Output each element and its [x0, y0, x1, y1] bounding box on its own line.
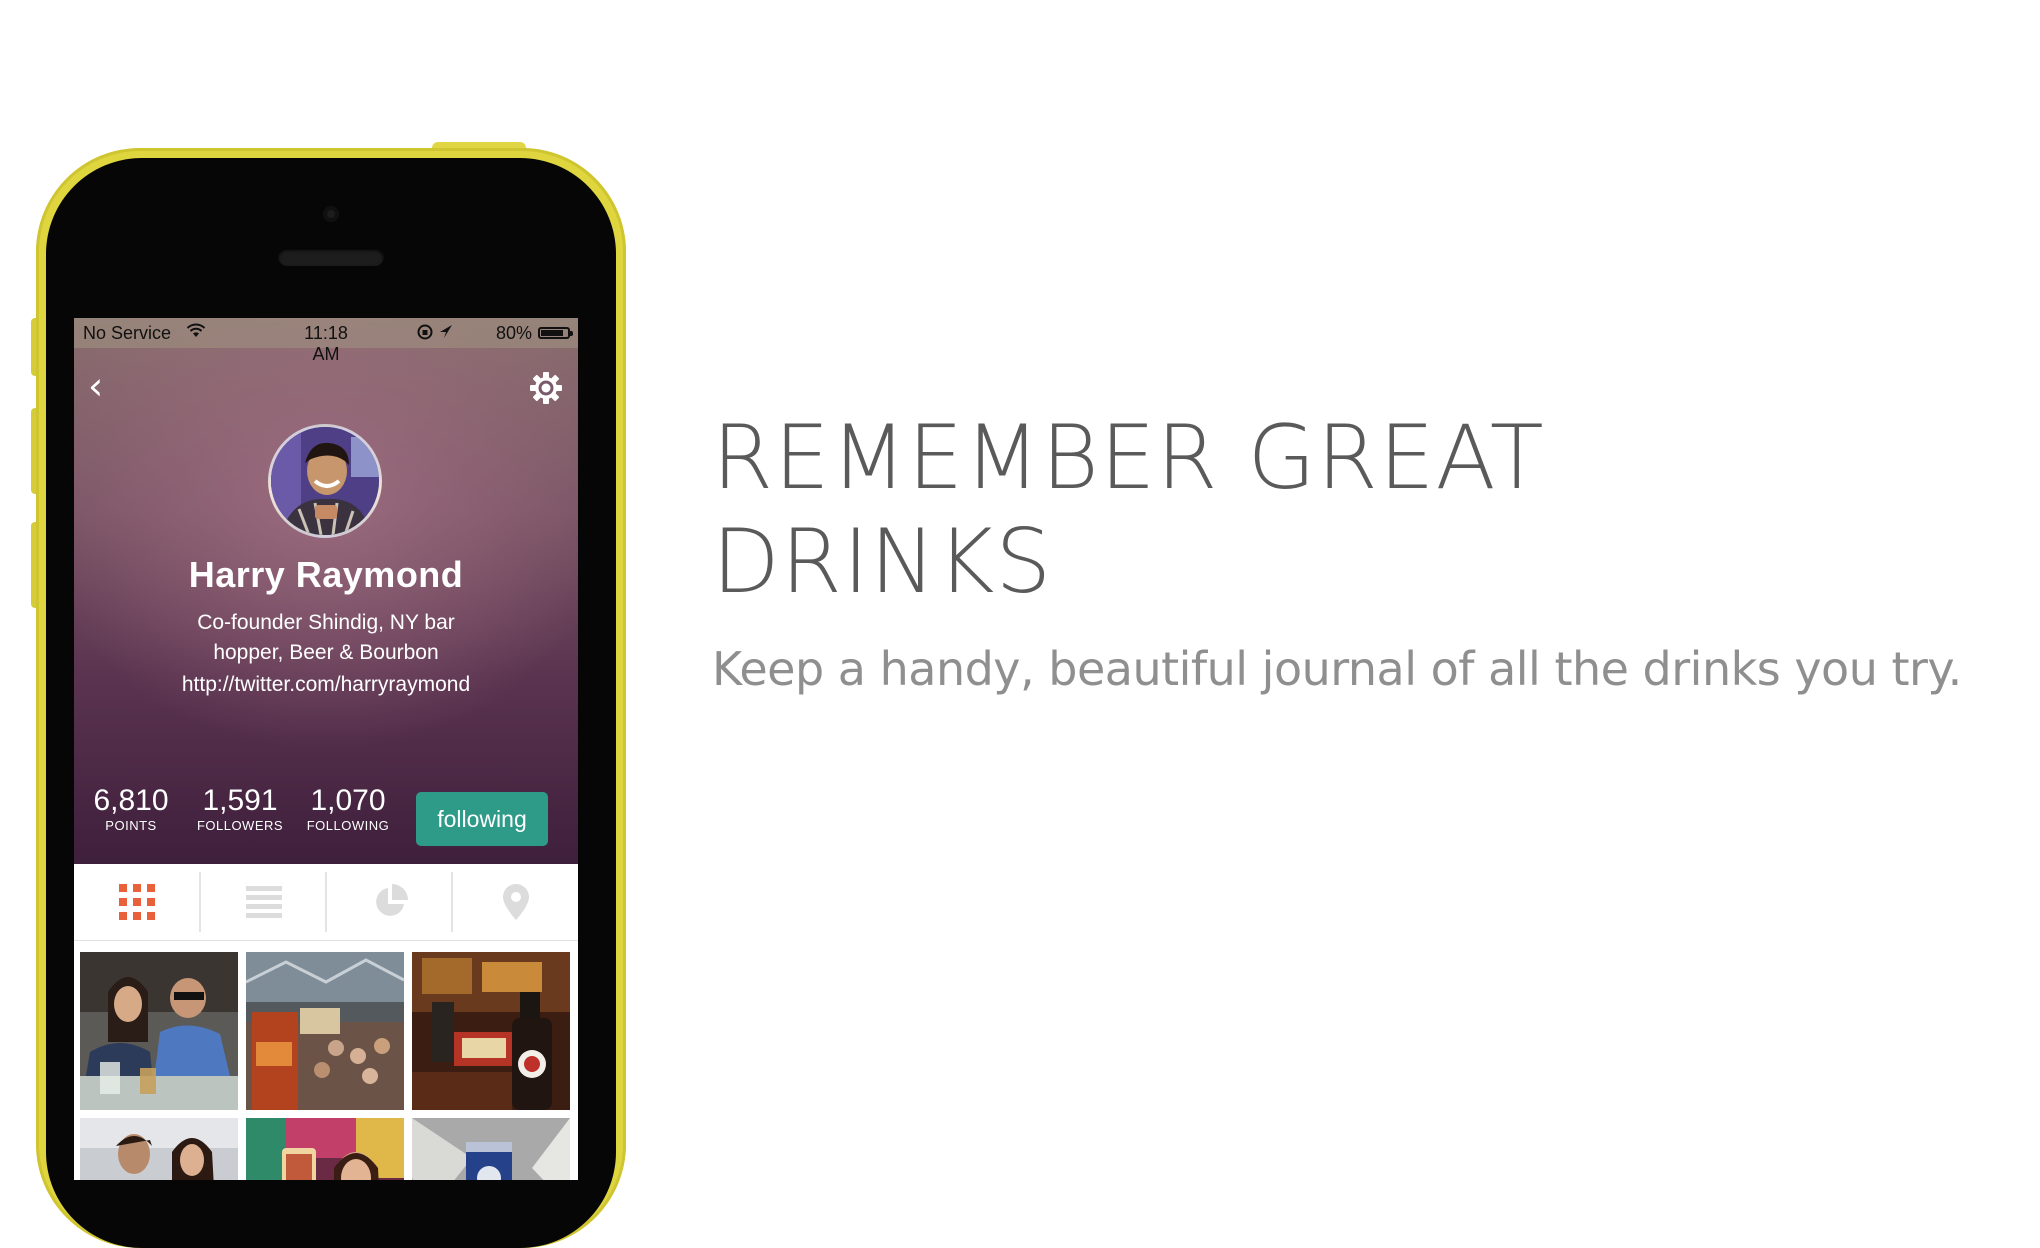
tab-map[interactable]	[453, 864, 578, 940]
photo-thumbnail[interactable]	[80, 952, 238, 1110]
subtitle: Keep a handy, beautiful journal of all t…	[712, 642, 1962, 696]
headline: REMEMBER GREAT DRINKS	[712, 406, 2012, 614]
battery-icon	[538, 327, 573, 339]
back-chevron-icon[interactable]: ‹	[88, 367, 124, 406]
clock-label: 11:18 AM	[304, 323, 348, 364]
profile-bio: Co-founder Shindig, NY bar hopper, Beer …	[197, 611, 455, 664]
phone-screen: No Service 11:18 AM 80% ‹ Harry Raymond …	[74, 318, 578, 1180]
list-icon	[245, 886, 282, 918]
map-pin-icon	[502, 884, 529, 920]
stat-points[interactable]: 6,810 POINTS	[76, 784, 186, 833]
profile-header: No Service 11:18 AM 80% ‹ Harry Raymond …	[74, 318, 578, 864]
pie-chart-icon	[375, 884, 408, 916]
photo-thumbnail[interactable]	[246, 1118, 404, 1180]
marketing-copy: REMEMBER GREAT DRINKS Keep a handy, beau…	[712, 406, 2012, 696]
stat-label: POINTS	[105, 818, 157, 833]
stat-value: 1,070	[310, 784, 386, 817]
photo-thumbnail[interactable]	[412, 1118, 570, 1180]
status-bar: No Service 11:18 AM 80%	[74, 318, 578, 364]
profile-link[interactable]: http://twitter.com/harryraymond	[74, 673, 578, 697]
stat-followers[interactable]: 1,591 FOLLOWERS	[185, 784, 295, 833]
stat-following[interactable]: 1,070 FOLLOWING	[293, 784, 403, 833]
wifi-icon	[186, 323, 206, 344]
gear-icon[interactable]	[528, 370, 564, 406]
battery-percent: 80%	[495, 323, 532, 343]
photo-thumbnail[interactable]	[412, 952, 570, 1110]
stat-label: FOLLOWING	[306, 818, 390, 833]
tab-grid[interactable]	[74, 864, 199, 940]
photo-thumbnail[interactable]	[80, 1118, 238, 1180]
profile-name: Harry Raymond	[188, 554, 464, 595]
earpiece-speaker	[278, 248, 384, 266]
profile-tab-bar	[74, 864, 578, 941]
photo-thumbnail[interactable]	[245, 952, 405, 1110]
headline-line-2: DRINKS	[712, 510, 1053, 613]
following-button[interactable]: following	[416, 792, 548, 846]
front-camera	[323, 206, 339, 222]
stat-label: FOLLOWERS	[196, 818, 284, 833]
avatar[interactable]	[268, 424, 382, 538]
carrier-label: No Service	[83, 323, 172, 343]
stat-value: 6,810	[93, 784, 169, 817]
rotation-lock-icon	[416, 322, 456, 347]
stat-value: 1,591	[202, 784, 278, 817]
tab-list[interactable]	[201, 864, 326, 940]
headline-line-1: REMEMBER GREAT	[712, 406, 1545, 509]
grid-icon	[118, 884, 155, 920]
tab-stats[interactable]	[327, 864, 452, 940]
